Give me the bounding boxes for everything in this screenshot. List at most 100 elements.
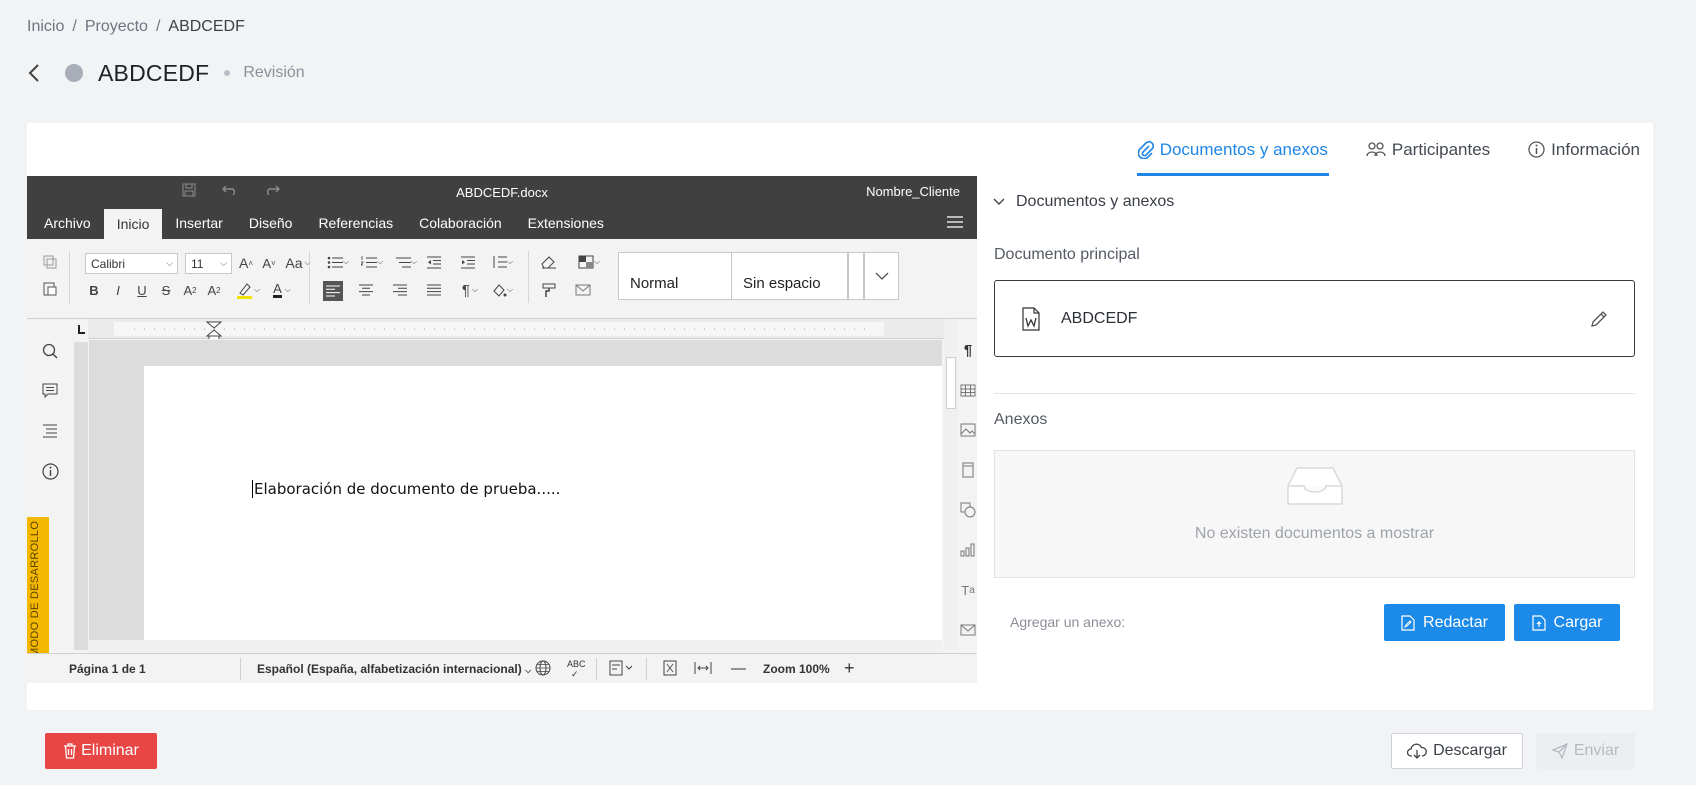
editor-client-name: Nombre_Cliente [866,184,960,199]
menu-inicio[interactable]: Inicio [103,209,163,239]
copy-icon[interactable] [41,253,59,271]
globe-icon[interactable] [535,660,551,679]
fit-width-icon[interactable] [694,661,712,678]
shape-icon[interactable] [959,501,977,519]
style-no-spacing[interactable]: Sin espacio [732,252,848,300]
font-color-icon[interactable]: A ⌵ [267,281,297,299]
decrease-indent-icon[interactable] [425,253,443,271]
search-icon[interactable] [40,341,60,361]
fit-page-icon[interactable] [663,660,677,679]
back-button[interactable] [24,63,44,83]
zoom-level: Zoom 100% [763,662,830,676]
zoom-in-button[interactable]: + [844,658,855,679]
editor-titlebar: ABDCEDF.docx Nombre_Cliente [27,176,977,207]
header-footer-icon[interactable] [959,461,977,479]
separator-dot [224,70,231,76]
vertical-scrollbar[interactable] [944,319,958,650]
info-icon [1528,141,1545,158]
bullets-icon[interactable]: ⌵ [323,253,353,271]
breadcrumb-project[interactable]: Proyecto [85,18,148,36]
scroll-thumb[interactable] [946,357,956,409]
breadcrumb-home[interactable]: Inicio [27,18,64,36]
menu-extensiones[interactable]: Extensiones [515,207,617,239]
superscript-icon[interactable]: A2 [181,281,199,299]
highlight-icon[interactable]: ⌵ [233,281,263,299]
spellcheck-icon[interactable]: ABC ✓ [567,659,586,680]
color-scheme-icon[interactable]: ⌵ [574,253,604,271]
breadcrumb-separator: / [72,18,77,35]
shading-icon[interactable]: ⌵ [487,281,517,299]
send-button[interactable]: Enviar [1536,733,1635,769]
edit-icon[interactable] [1589,309,1609,334]
hamburger-menu-icon[interactable] [947,216,963,228]
documents-section-toggle[interactable]: Documentos y anexos [993,193,1174,211]
menu-colaboracion[interactable]: Colaboración [406,207,515,239]
align-left-icon[interactable] [323,281,343,301]
footer-divider [27,710,1653,711]
file-upload-icon [1531,614,1546,631]
title-row: ABDCEDF Revisión [24,60,305,86]
download-button[interactable]: Descargar [1391,733,1523,769]
increase-font-icon[interactable]: A ˄ [237,254,255,272]
tab-information[interactable]: Información [1527,123,1641,176]
mail-merge-icon[interactable] [959,621,977,639]
styles-expand-button[interactable] [864,252,899,300]
align-center-icon[interactable] [357,281,375,299]
tab-information-label: Información [1551,139,1640,159]
navigation-icon[interactable] [40,421,60,441]
horizontal-scrollbar[interactable] [89,640,942,653]
chevron-left-icon [28,64,39,82]
ribbon-divider [528,251,529,303]
decrease-font-icon[interactable]: A ˅ [260,254,278,272]
menu-referencias[interactable]: Referencias [305,207,406,239]
editor-right-panel: ¶ Ta [959,319,977,653]
menu-archivo[interactable]: Archivo [31,207,104,239]
style-normal[interactable]: Normal [618,252,732,300]
font-name-select[interactable]: Calibri ⌵ [85,253,178,274]
eraser-icon[interactable] [540,253,558,271]
italic-icon[interactable]: I [109,281,127,299]
info-icon[interactable] [40,461,60,481]
chevron-down-icon: ⌵ [220,258,227,268]
menu-insertar[interactable]: Insertar [162,207,235,239]
comments-icon[interactable] [40,381,60,401]
subscript-icon[interactable]: A2 [205,281,223,299]
add-annex-label: Agregar un anexo: [1010,614,1126,630]
numbering-icon[interactable]: ⌵ [357,253,387,271]
increase-indent-icon[interactable] [459,253,477,271]
tab-participants[interactable]: Participantes [1365,123,1491,176]
upload-button[interactable]: Cargar [1514,604,1620,641]
draft-button[interactable]: Redactar [1384,604,1505,641]
status-divider [240,658,241,680]
divider [994,393,1635,394]
dev-mode-label: MODO DE DESARROLLO [29,520,41,657]
document-text[interactable]: Elaboración de documento de prueba..... [252,480,560,498]
language-select[interactable]: Español (España, alfabetización internac… [257,662,531,676]
format-painter-icon[interactable] [540,281,558,299]
chart-icon[interactable] [959,541,977,559]
main-document-card[interactable]: ABDCEDF [994,280,1635,357]
status-divider [646,658,647,680]
text-art-icon[interactable]: Ta [959,581,977,599]
editor-body: MODO DE DESARROLLO Elaboración de docume… [27,319,977,667]
paste-icon[interactable] [41,279,59,297]
zoom-out-button[interactable]: — [731,660,746,677]
table-icon[interactable] [959,381,977,399]
menu-diseno[interactable]: Diseño [236,207,306,239]
strikethrough-icon[interactable]: S [157,281,175,299]
multilevel-list-icon[interactable]: ⌵ [391,253,421,271]
image-icon[interactable] [959,421,977,439]
mail-merge-icon[interactable] [574,281,592,299]
bold-icon[interactable]: B [85,281,103,299]
tab-documents[interactable]: Documentos y anexos [1136,123,1329,176]
paragraph-marks-icon[interactable]: ¶ ⌵ [455,281,485,299]
track-changes-icon[interactable] [609,660,633,679]
document-page[interactable]: Elaboración de documento de prueba..... [144,366,942,642]
align-right-icon[interactable] [391,281,409,299]
underline-icon[interactable]: U [133,281,151,299]
justify-icon[interactable] [425,281,443,299]
line-spacing-icon[interactable]: ⌵ [487,253,517,271]
delete-button[interactable]: Eliminar [45,733,157,769]
paragraph-settings-icon[interactable]: ¶ [959,341,977,359]
font-size-select[interactable]: 11 ⌵ [185,253,232,274]
